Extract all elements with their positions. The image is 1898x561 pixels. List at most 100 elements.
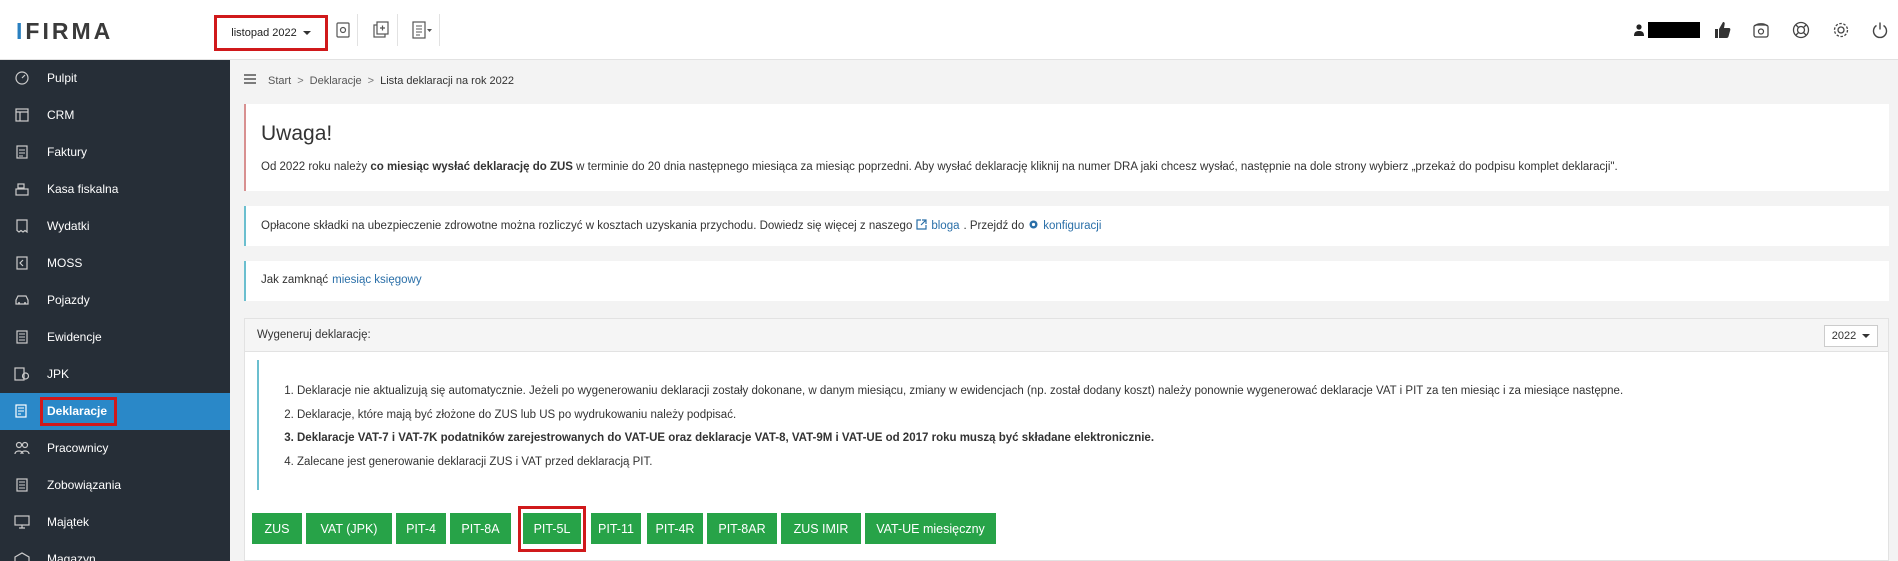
sidebar-item-label: MOSS bbox=[47, 256, 83, 270]
close-month-info: Jak zamknąć miesiąc księgowy bbox=[244, 261, 1889, 301]
user-icon bbox=[1634, 24, 1644, 36]
year-selector[interactable]: 2022 bbox=[1824, 325, 1878, 347]
gauge-icon bbox=[14, 70, 30, 86]
add-document-icon[interactable] bbox=[364, 14, 398, 46]
sidebar-item-wydatki[interactable]: Wydatki bbox=[0, 208, 230, 245]
panel-title: Wygeneruj deklarację: bbox=[257, 329, 371, 341]
gear-icon[interactable] bbox=[1823, 12, 1859, 48]
gear-small-icon bbox=[1028, 219, 1039, 233]
vat-jpk-button[interactable]: VAT (JPK) bbox=[306, 513, 392, 544]
pit-11-button[interactable]: PIT-11 bbox=[591, 513, 641, 544]
warehouse-icon bbox=[14, 551, 30, 561]
sidebar-item-moss[interactable]: MOSS bbox=[0, 245, 230, 282]
pit-8a-button[interactable]: PIT-8A bbox=[450, 513, 511, 544]
year-selector-label: 2022 bbox=[1831, 330, 1857, 342]
sidebar-item-magazyn[interactable]: Magazyn bbox=[0, 541, 230, 561]
warning-text: Od 2022 roku należy co miesiąc wysłać de… bbox=[261, 161, 1618, 173]
accounting-month-link[interactable]: miesiąc księgowy bbox=[332, 274, 421, 286]
declaration-notes: Deklaracje nie aktualizują się automatyc… bbox=[257, 360, 1877, 490]
lifebuoy-icon[interactable] bbox=[1783, 12, 1819, 48]
settings-small-icon[interactable] bbox=[328, 14, 358, 46]
monitor-icon bbox=[14, 514, 30, 530]
pit-8ar-button[interactable]: PIT-8AR bbox=[707, 513, 777, 544]
document-icon bbox=[14, 144, 30, 160]
breadcrumb-current: Lista deklaracji na rok 2022 bbox=[380, 74, 514, 87]
health-info-middle: . Przejdź do bbox=[963, 220, 1025, 232]
note-item: Zalecane jest generowanie deklaracji ZUS… bbox=[297, 451, 1623, 475]
sidebar-item-crm[interactable]: CRM bbox=[0, 97, 230, 134]
month-selector[interactable]: listopad 2022 bbox=[214, 15, 328, 51]
liabilities-icon bbox=[14, 477, 30, 493]
warning-alert: Uwaga! Od 2022 roku należy co miesiąc wy… bbox=[244, 104, 1889, 191]
sidebar-item-label: Zobowiązania bbox=[47, 478, 122, 492]
vat-ue-monthly-button[interactable]: VAT-UE miesięczny bbox=[865, 513, 996, 544]
thumbs-up-icon[interactable] bbox=[1704, 12, 1740, 48]
sidebar-item-pracownicy[interactable]: Pracownicy bbox=[0, 430, 230, 467]
moss-icon bbox=[14, 255, 30, 271]
highlight-box bbox=[518, 506, 586, 552]
car-icon bbox=[14, 292, 30, 308]
health-info-text: Opłacone składki na ubezpieczenie zdrowo… bbox=[261, 220, 913, 232]
close-month-text: Jak zamknąć bbox=[261, 274, 329, 286]
sidebar-item-label: JPK bbox=[47, 367, 70, 381]
main-content: Start > Deklaracje > Lista deklaracji na… bbox=[230, 60, 1898, 561]
employees-icon bbox=[14, 440, 30, 456]
user-menu[interactable] bbox=[1634, 22, 1700, 38]
power-icon[interactable] bbox=[1862, 12, 1898, 48]
pit-4r-button[interactable]: PIT-4R bbox=[647, 513, 703, 544]
sidebar-item-label: Magazyn bbox=[47, 552, 96, 561]
sidebar-item-label: Pojazdy bbox=[47, 293, 90, 307]
generate-declaration-panel: Wygeneruj deklarację: 2022 Deklaracje ni… bbox=[244, 318, 1889, 561]
cash-register-icon bbox=[14, 181, 30, 197]
zus-imir-button[interactable]: ZUS IMIR bbox=[781, 513, 861, 544]
receipt-icon bbox=[14, 218, 30, 234]
sidebar-item-deklaracje[interactable]: Deklaracje bbox=[0, 393, 230, 430]
sidebar-item-label: Ewidencje bbox=[47, 330, 102, 344]
blog-link[interactable]: bloga bbox=[931, 220, 959, 232]
sidebar-item-label: Deklaracje bbox=[47, 404, 108, 418]
sidebar-item-label: Pracownicy bbox=[47, 441, 109, 455]
sidebar-item-label: Majątek bbox=[47, 515, 90, 529]
breadcrumb-separator: > bbox=[297, 74, 304, 87]
configuration-link[interactable]: konfiguracji bbox=[1043, 220, 1101, 232]
sidebar-item-faktury[interactable]: Faktury bbox=[0, 134, 230, 171]
breadcrumb-start[interactable]: Start bbox=[268, 75, 291, 87]
sidebar-item-label: CRM bbox=[47, 108, 75, 122]
hamburger-icon[interactable] bbox=[244, 74, 256, 87]
note-item: Deklaracje VAT-7 i VAT-7K podatników zar… bbox=[297, 427, 1623, 451]
panel-header: Wygeneruj deklarację: 2022 bbox=[245, 319, 1888, 352]
top-bar: IFIRMA listopad 2022 bbox=[0, 0, 1898, 60]
declaration-icon bbox=[14, 403, 30, 419]
breadcrumb-deklaracje[interactable]: Deklaracje bbox=[310, 75, 362, 87]
table-icon bbox=[14, 107, 30, 123]
sidebar-item-pojazdy[interactable]: Pojazdy bbox=[0, 282, 230, 319]
sidebar-item-pulpit[interactable]: Pulpit bbox=[0, 60, 230, 97]
sidebar-item-jpk[interactable]: JPK bbox=[0, 356, 230, 393]
user-name-redacted bbox=[1648, 22, 1700, 38]
zus-button[interactable]: ZUS bbox=[252, 513, 302, 544]
note-item: Deklaracje nie aktualizują się automatyc… bbox=[297, 380, 1623, 404]
sidebar: Pulpit CRM Faktury Kasa fiskalna Wydatki… bbox=[0, 60, 230, 561]
sidebar-item-label: Faktury bbox=[47, 145, 88, 159]
breadcrumb: Start > Deklaracje > Lista deklaracji na… bbox=[244, 74, 514, 87]
month-selector-label: listopad 2022 bbox=[231, 27, 297, 39]
caret-down-icon bbox=[302, 31, 311, 35]
jpk-icon bbox=[14, 366, 30, 382]
sidebar-item-zobowiazania[interactable]: Zobowiązania bbox=[0, 467, 230, 504]
ifirma-logo[interactable]: IFIRMA bbox=[16, 18, 113, 45]
health-contribution-info: Opłacone składki na ubezpieczenie zdrowo… bbox=[244, 206, 1889, 246]
note-item: Deklaracje, które mają być złożone do ZU… bbox=[297, 404, 1623, 428]
sidebar-item-label: Wydatki bbox=[47, 219, 90, 233]
document-menu-icon[interactable] bbox=[404, 14, 440, 46]
sidebar-item-label: Pulpit bbox=[47, 71, 78, 85]
sidebar-item-label: Kasa fiskalna bbox=[47, 182, 119, 196]
sidebar-item-majatek[interactable]: Majątek bbox=[0, 504, 230, 541]
warning-title: Uwaga! bbox=[261, 122, 333, 145]
caret-down-icon bbox=[1862, 334, 1871, 338]
sidebar-item-kasa-fiskalna[interactable]: Kasa fiskalna bbox=[0, 171, 230, 208]
breadcrumb-separator: > bbox=[367, 74, 375, 87]
pit-4-button[interactable]: PIT-4 bbox=[396, 513, 446, 544]
external-link-icon bbox=[916, 219, 927, 233]
phone-icon[interactable] bbox=[1743, 12, 1779, 48]
sidebar-item-ewidencje[interactable]: Ewidencje bbox=[0, 319, 230, 356]
